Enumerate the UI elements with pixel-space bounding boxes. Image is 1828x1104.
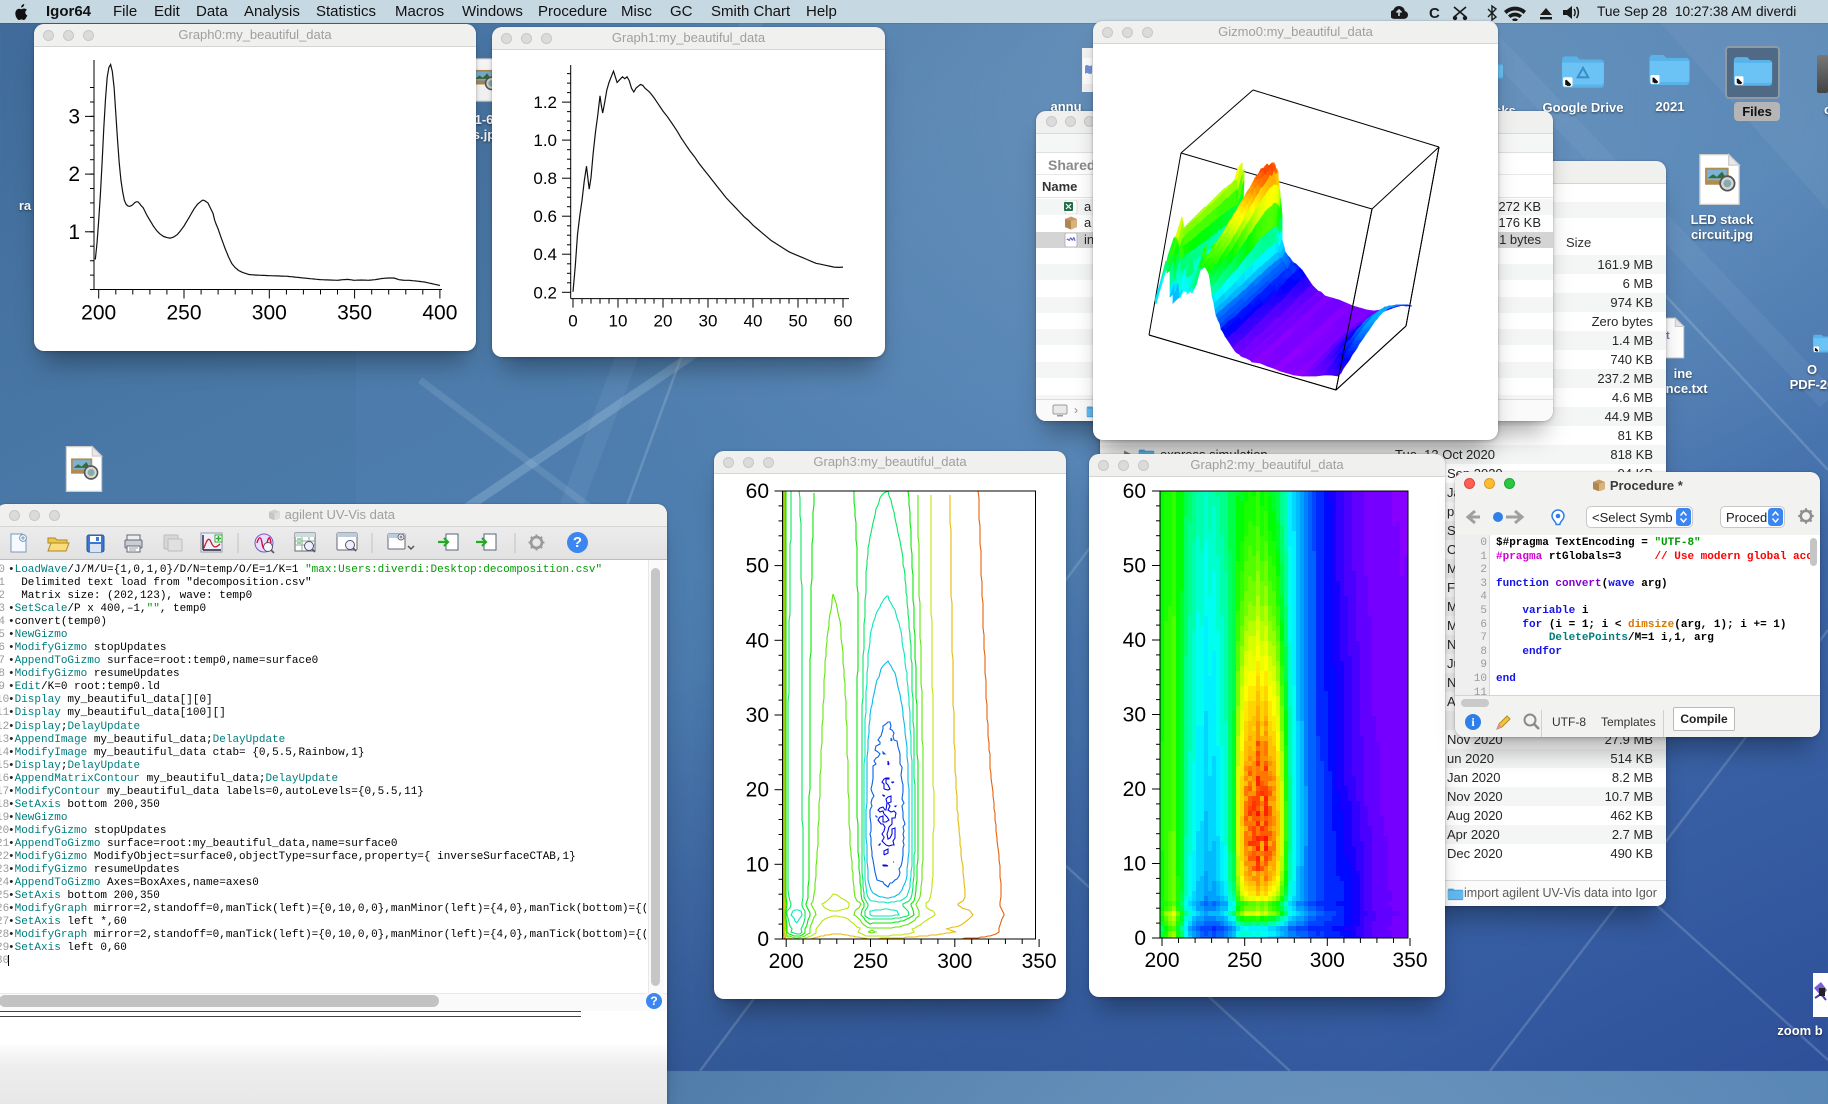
- svg-text:30: 30: [699, 312, 718, 331]
- svg-text:0: 0: [757, 928, 769, 951]
- svg-text:350: 350: [1392, 949, 1427, 972]
- svg-text:60: 60: [834, 312, 853, 331]
- svg-text:2: 2: [68, 163, 80, 186]
- svg-text:350: 350: [337, 302, 372, 325]
- svg-text:0: 0: [1134, 927, 1146, 950]
- svg-text:50: 50: [789, 312, 808, 331]
- svg-text:40: 40: [744, 312, 763, 331]
- svg-text:50: 50: [746, 555, 769, 578]
- svg-text:C: C: [1429, 5, 1440, 21]
- svg-text:20: 20: [1123, 778, 1146, 801]
- svg-text:0.6: 0.6: [533, 207, 557, 226]
- svg-text:200: 200: [769, 950, 804, 973]
- svg-text:10: 10: [1123, 853, 1146, 876]
- svg-text:0.2: 0.2: [533, 283, 557, 302]
- svg-text:0: 0: [568, 312, 577, 331]
- svg-text:250: 250: [166, 302, 201, 325]
- svg-text:0.8: 0.8: [533, 169, 557, 188]
- svg-text:10: 10: [746, 853, 769, 876]
- svg-text:300: 300: [1310, 949, 1345, 972]
- svg-text:200: 200: [1144, 949, 1179, 972]
- svg-text:60: 60: [746, 480, 769, 503]
- svg-text:300: 300: [937, 950, 972, 973]
- svg-text:30: 30: [746, 704, 769, 727]
- svg-text:60: 60: [1123, 480, 1146, 503]
- svg-text:1.0: 1.0: [533, 131, 557, 150]
- svg-text:300: 300: [252, 302, 287, 325]
- svg-text:200: 200: [81, 302, 116, 325]
- svg-text:1.2: 1.2: [533, 93, 557, 112]
- svg-text:400: 400: [422, 302, 457, 325]
- svg-text:0.4: 0.4: [533, 245, 557, 264]
- svg-text:40: 40: [1123, 629, 1146, 652]
- svg-text:50: 50: [1123, 555, 1146, 578]
- svg-text:20: 20: [654, 312, 673, 331]
- svg-text:250: 250: [1227, 949, 1262, 972]
- svg-text:30: 30: [1123, 704, 1146, 727]
- svg-text:20: 20: [746, 779, 769, 802]
- svg-text:10: 10: [609, 312, 628, 331]
- svg-text:3: 3: [68, 105, 80, 128]
- svg-text:40: 40: [746, 629, 769, 652]
- svg-text:1: 1: [68, 221, 80, 244]
- svg-text:350: 350: [1022, 950, 1057, 973]
- svg-text:250: 250: [853, 950, 888, 973]
